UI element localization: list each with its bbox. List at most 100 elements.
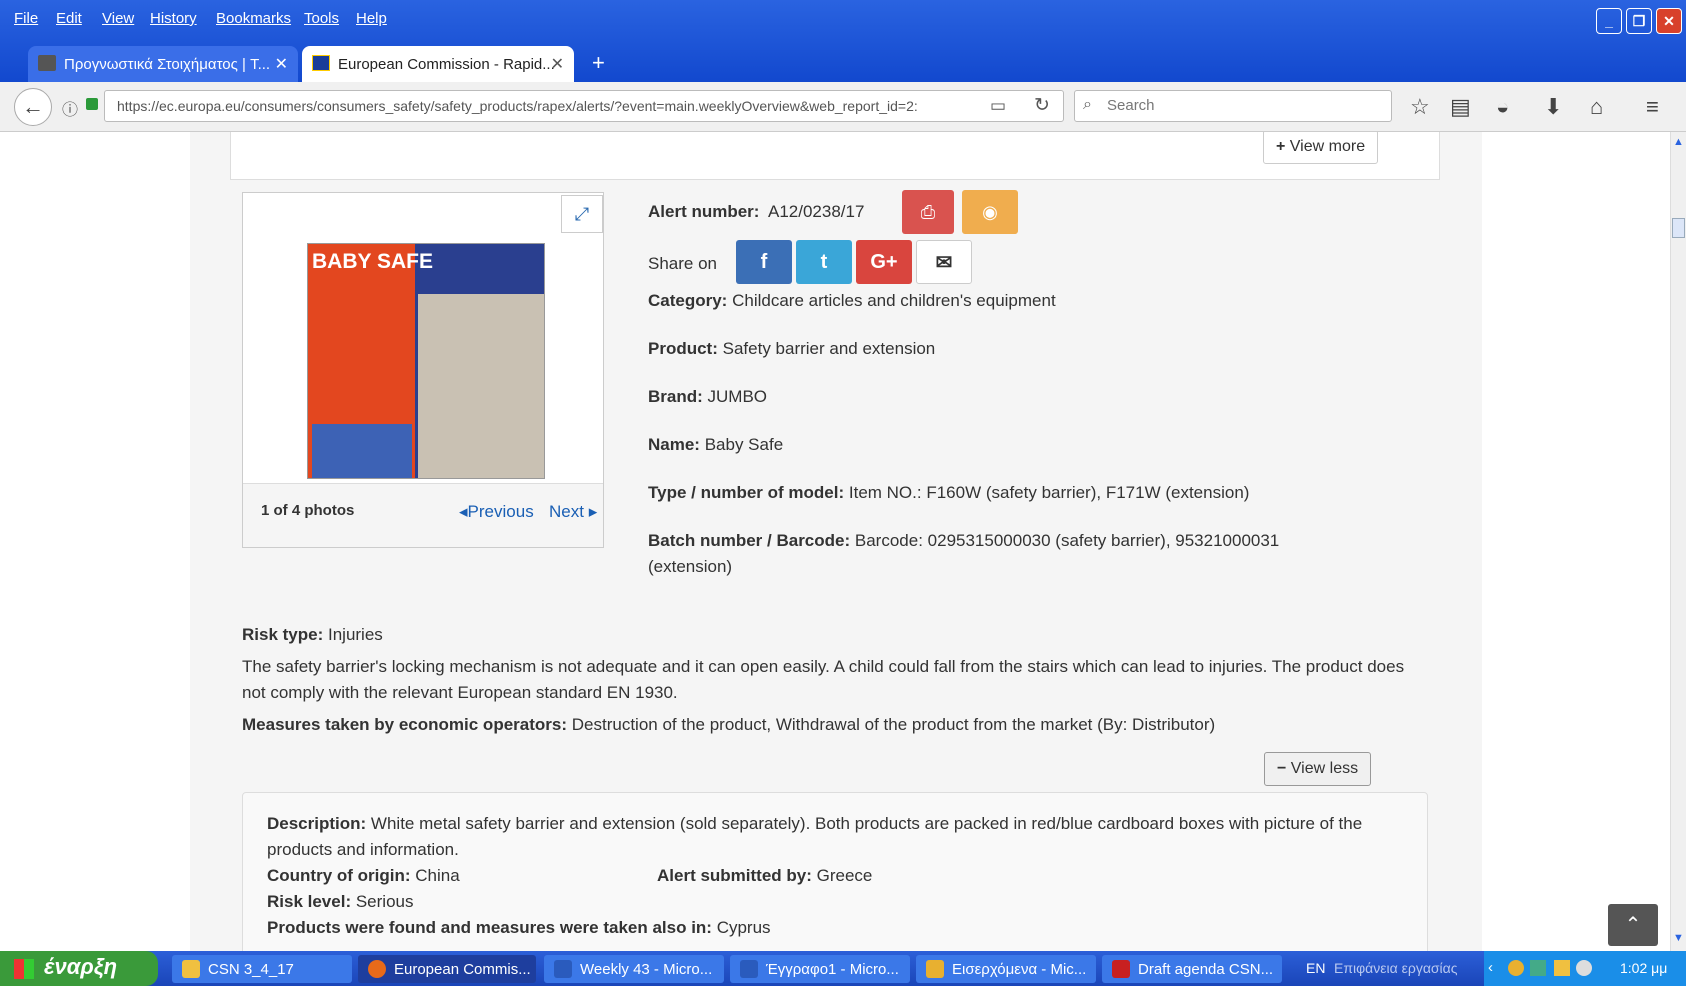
share-label: Share on: [648, 254, 717, 273]
pocket-icon[interactable]: ◒: [1496, 94, 1509, 120]
clock[interactable]: 1:02 μμ: [1620, 960, 1667, 976]
view-less-label: View less: [1290, 760, 1359, 777]
taskbar-item-pdf[interactable]: Draft agenda CSN...: [1102, 955, 1282, 983]
photo-gallery: ⤢ BABY SAFE 1 of 4 photos ◂Previous Next…: [242, 192, 604, 548]
model-field: Type / number of model: Item NO.: F160W …: [648, 483, 1250, 502]
details-content: Description: White metal safety barrier …: [267, 811, 1397, 941]
start-button[interactable]: έναρξη: [0, 951, 158, 986]
navigation-bar: ← ⓘ https://ec.europa.eu/consumers/consu…: [0, 82, 1686, 132]
menu-file[interactable]: File: [14, 10, 38, 27]
system-tray: ‹ 1:02 μμ: [1484, 951, 1686, 986]
eye-icon[interactable]: ◉: [962, 190, 1018, 234]
found-in: Products were found and measures were ta…: [267, 918, 771, 937]
new-tab-button[interactable]: +: [592, 50, 605, 76]
view-less-button[interactable]: − View less: [1264, 752, 1372, 786]
tab-bets[interactable]: Προγνωστικά Στοιχήματος | T... ✕: [28, 46, 298, 82]
tray-app-icon[interactable]: [1508, 960, 1524, 976]
name-field: Name: Baby Safe: [648, 435, 784, 454]
volume-icon[interactable]: [1576, 960, 1592, 976]
page-content: + View more ⤢ BABY SAFE 1 of 4 photos ◂P…: [0, 132, 1670, 951]
menu-history[interactable]: History: [150, 10, 197, 27]
brand-field: Brand: JUMBO: [648, 387, 768, 406]
word-icon: [740, 960, 758, 978]
email-share-icon[interactable]: ✉: [916, 240, 972, 284]
close-tab-icon[interactable]: ✕: [275, 54, 288, 74]
product-illustration: [418, 294, 544, 478]
minimize-button[interactable]: _: [1596, 8, 1622, 34]
site-favicon-icon: [38, 55, 56, 71]
home-icon[interactable]: ⌂: [1590, 94, 1603, 120]
plus-icon: +: [1276, 138, 1286, 155]
outlook-icon: [926, 960, 944, 978]
photo-brand-text: BABY SAFE: [312, 250, 433, 273]
risk-level: Risk level: Serious: [267, 892, 414, 911]
taskbar-item-firefox[interactable]: European Commis...: [358, 955, 536, 983]
twitter-share-icon[interactable]: t: [796, 240, 852, 284]
google-plus-share-icon[interactable]: G+: [856, 240, 912, 284]
previous-alert-strip: + View more: [230, 132, 1440, 180]
expand-photo-icon[interactable]: ⤢: [561, 195, 603, 233]
pdf-icon: [1112, 960, 1130, 978]
tab-european-commission[interactable]: European Commission - Rapid... ✕: [302, 46, 574, 82]
bookmark-star-icon[interactable]: ☆: [1410, 94, 1430, 120]
details-box: Description: White metal safety barrier …: [242, 792, 1428, 951]
close-window-button[interactable]: ✕: [1656, 8, 1682, 34]
menu-bookmarks[interactable]: Bookmarks: [216, 10, 291, 27]
scroll-top-button[interactable]: ⌃: [1608, 904, 1658, 946]
restore-button[interactable]: ❐: [1626, 8, 1652, 34]
scroll-up-icon[interactable]: ▲: [1672, 136, 1685, 150]
country-of-origin: Country of origin: China: [267, 866, 460, 885]
page-scrollbar[interactable]: ▲ ▼: [1670, 132, 1686, 951]
desktop-toolbar[interactable]: Επιφάνεια εργασίας: [1334, 960, 1458, 976]
menu-edit[interactable]: Edit: [56, 10, 82, 27]
risk-section: Risk type: Injuries The safety barrier's…: [242, 622, 1422, 738]
search-icon: ⌕: [1083, 96, 1092, 113]
measures-taken: Measures taken by economic operators: De…: [242, 715, 1216, 734]
tray-expand-icon[interactable]: ‹: [1488, 959, 1493, 976]
next-photo-link[interactable]: Next ▸: [549, 502, 597, 522]
reload-icon[interactable]: ↻: [1034, 94, 1050, 117]
taskbar-item-word-document[interactable]: Έγγραφο1 - Micro...: [730, 955, 910, 983]
windows-logo-icon: [14, 959, 34, 979]
info-icon[interactable]: ⓘ: [62, 96, 78, 120]
origin-row: Country of origin: China Alert submitted…: [267, 863, 1397, 889]
alert-submitted-by: Alert submitted by: Greece: [657, 866, 873, 885]
risk-type: Risk type: Injuries: [242, 625, 383, 644]
hamburger-menu-icon[interactable]: ≡: [1646, 94, 1659, 120]
security-icon[interactable]: [1554, 960, 1570, 976]
taskbar-item-word-weekly[interactable]: Weekly 43 - Micro...: [544, 955, 724, 983]
firefox-icon: [368, 960, 386, 978]
risk-description: The safety barrier's locking mechanism i…: [242, 657, 1405, 702]
menu-view[interactable]: View: [102, 10, 134, 27]
eu-flag-icon: [312, 55, 330, 71]
close-tab-icon[interactable]: ✕: [551, 54, 564, 74]
pdf-icon[interactable]: ⎙: [902, 190, 954, 234]
lock-icon: [86, 98, 98, 110]
menu-tools[interactable]: Tools: [304, 10, 339, 27]
taskbar-item-outlook[interactable]: Εισερχόμενα - Mic...: [916, 955, 1096, 983]
product-field: Product: Safety barrier and extension: [648, 339, 936, 358]
barcode-field: Batch number / Barcode: Barcode: 0295315…: [648, 531, 1280, 576]
category-field: Category: Childcare articles and childre…: [648, 291, 1056, 310]
view-more-button[interactable]: + View more: [1263, 132, 1379, 164]
photo-counter: 1 of 4 photos: [261, 502, 355, 519]
folder-icon: [182, 960, 200, 978]
scroll-down-icon[interactable]: ▼: [1672, 932, 1685, 946]
product-photo[interactable]: BABY SAFE: [307, 243, 545, 479]
network-icon[interactable]: [1530, 960, 1546, 976]
minus-icon: −: [1277, 760, 1287, 777]
facebook-share-icon[interactable]: f: [736, 240, 792, 284]
taskbar-item-folder[interactable]: CSN 3_4_17: [172, 955, 352, 983]
tab-label: Προγνωστικά Στοιχήματος | T...: [64, 56, 271, 73]
reader-view-icon[interactable]: ▭: [990, 96, 1006, 116]
scroll-thumb[interactable]: [1672, 218, 1685, 238]
menu-help[interactable]: Help: [356, 10, 387, 27]
back-button[interactable]: ←: [14, 88, 52, 126]
language-indicator[interactable]: EN: [1306, 960, 1325, 976]
previous-photo-link[interactable]: ◂Previous: [459, 502, 534, 522]
photo-pager: 1 of 4 photos ◂Previous Next ▸: [243, 483, 603, 547]
bookmarks-list-icon[interactable]: ▤: [1450, 94, 1471, 120]
search-input[interactable]: ⌕ Search: [1074, 90, 1392, 122]
url-field[interactable]: https://ec.europa.eu/consumers/consumers…: [104, 90, 1064, 122]
download-icon[interactable]: ⬇: [1544, 94, 1562, 120]
